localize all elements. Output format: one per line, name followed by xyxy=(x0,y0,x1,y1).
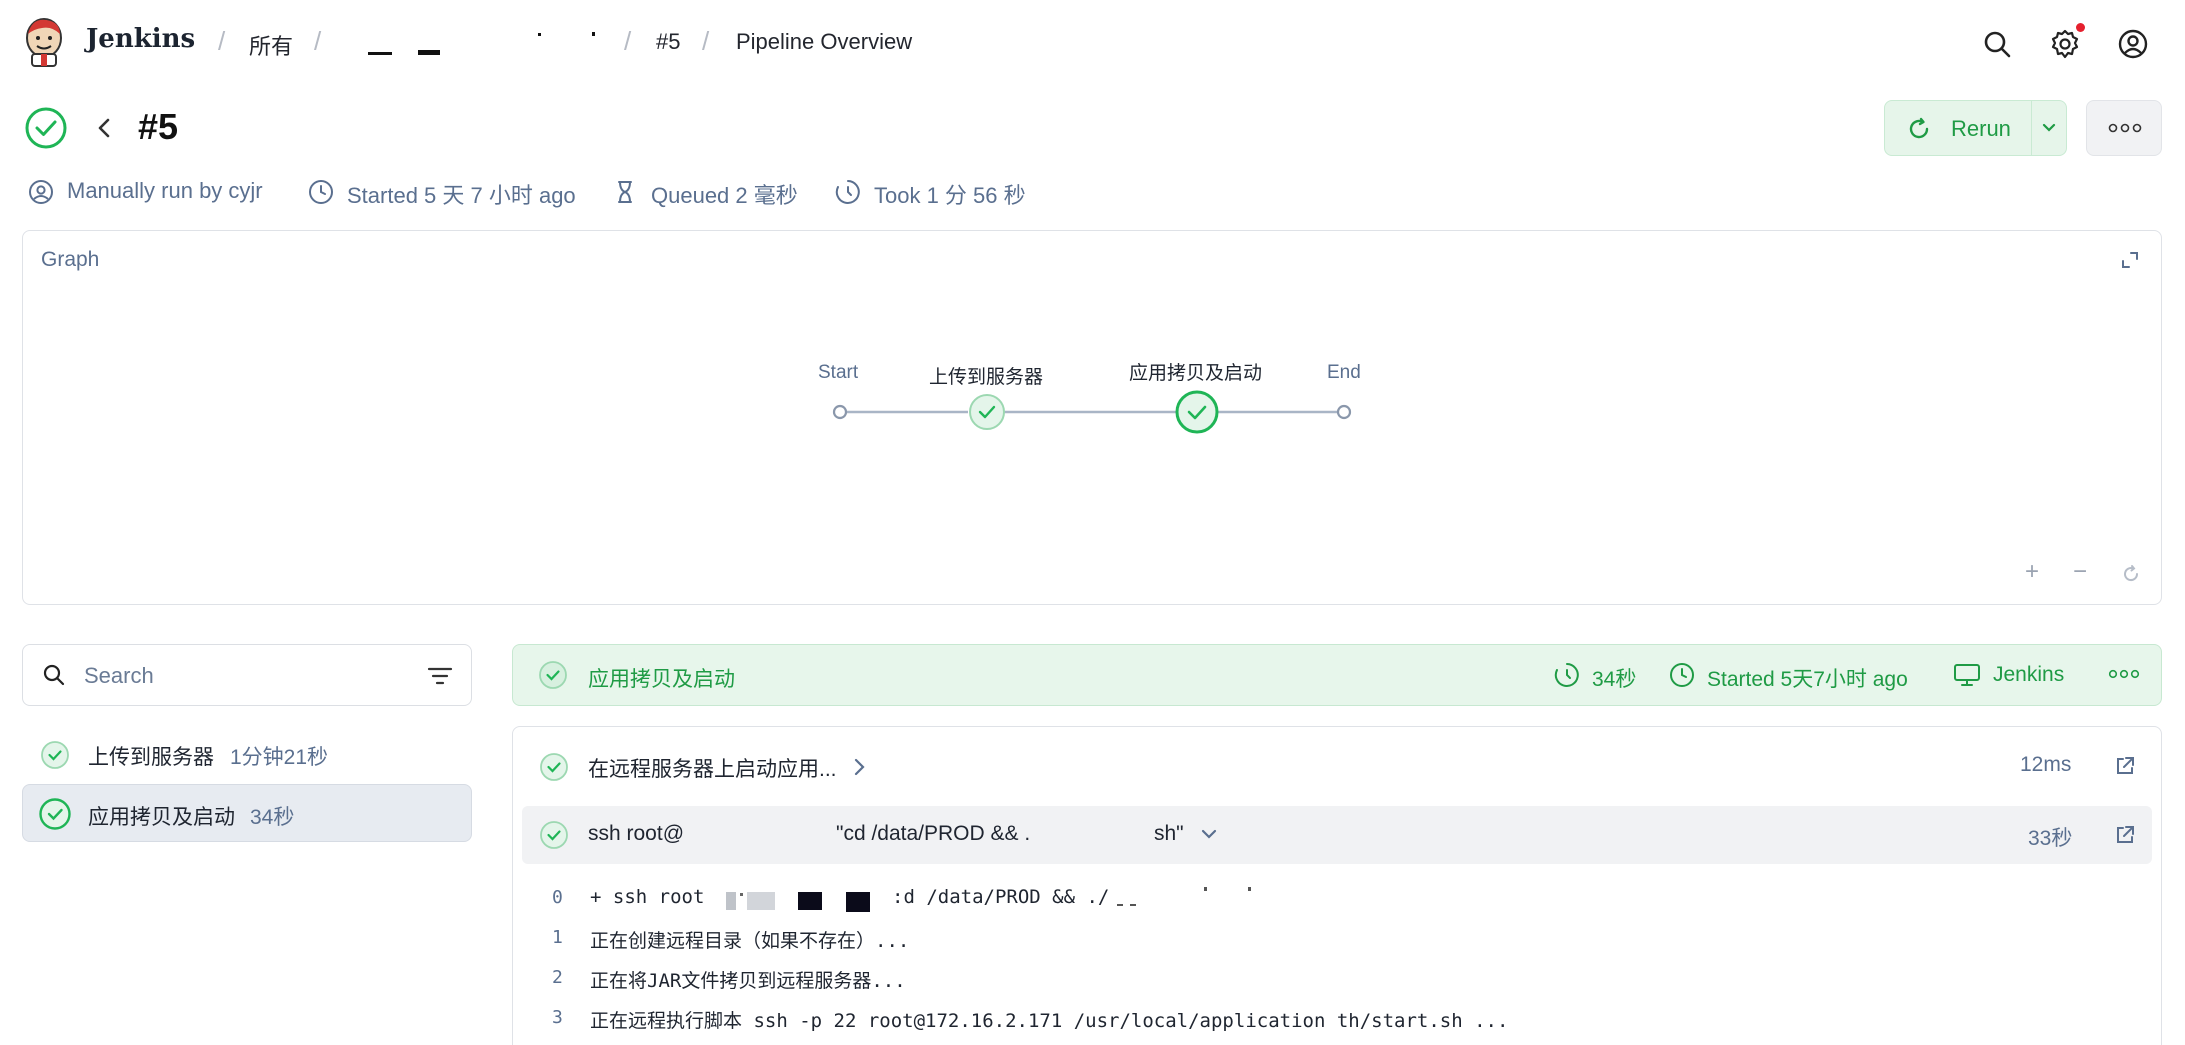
step-duration: 12ms xyxy=(2020,753,2072,776)
ellipsis-icon[interactable] xyxy=(2108,668,2140,680)
hourglass-icon xyxy=(618,181,632,203)
ellipsis-icon xyxy=(2108,123,2142,133)
notification-dot xyxy=(2076,23,2085,32)
computer-icon xyxy=(1954,664,1980,686)
expand-icon[interactable] xyxy=(2120,250,2140,270)
jenkins-brand[interactable]: Jenkins xyxy=(86,24,195,54)
pipeline-graph xyxy=(832,390,1352,434)
reset-zoom-icon[interactable] xyxy=(2121,564,2141,584)
graph-node-label: Start xyxy=(818,362,859,383)
refresh-icon xyxy=(1909,117,1929,139)
zoom-out-button[interactable]: − xyxy=(2073,558,2087,586)
start-node xyxy=(832,404,848,420)
log-line: 正在远程执行脚本 ssh -p 22 root@172.16.2.171 /us… xyxy=(590,1010,1509,1032)
rerun-label: Rerun xyxy=(1951,116,2011,141)
timer-icon xyxy=(835,180,860,204)
breadcrumb-separator: / xyxy=(218,26,226,56)
stage-name: 上传到服务器 xyxy=(88,746,214,769)
stage-node-upload xyxy=(969,394,1005,430)
external-link-icon[interactable] xyxy=(2114,755,2136,777)
end-node xyxy=(1336,404,1352,420)
chevron-down-icon xyxy=(2042,123,2056,132)
manual-run-info: Manually run by cyjr xyxy=(67,178,263,203)
log-line-number: 2 xyxy=(552,967,563,988)
success-check-icon xyxy=(540,753,568,781)
selected-stage-header xyxy=(512,644,2162,706)
top-header: Jenkins / 所有 / / #5 / Pipeline Overview xyxy=(0,0,2185,86)
log-line: 正在将JAR文件拷贝到远程服务器... xyxy=(590,970,906,992)
breadcrumb-separator: / xyxy=(702,26,710,56)
rerun-button[interactable]: Rerun xyxy=(1884,100,2032,156)
graph-node-label: End xyxy=(1327,362,1361,383)
graph-node-label[interactable]: 应用拷贝及启动 xyxy=(1129,358,1262,385)
chevron-down-icon[interactable] xyxy=(1200,826,1218,842)
step-label-part: "cd /data/PROD && . xyxy=(836,822,1031,845)
log-line: 正在创建远程目录（如果不存在）... xyxy=(590,930,910,952)
chevron-right-icon[interactable] xyxy=(850,756,868,778)
selected-stage-started: Started 5天7小时 ago xyxy=(1707,668,1908,691)
step-label-part: ssh root@ xyxy=(588,822,685,845)
more-actions-button[interactable] xyxy=(2086,100,2162,156)
timer-icon xyxy=(1554,663,1579,687)
success-check-icon xyxy=(39,798,71,830)
queued-info: Queued 2 毫秒 xyxy=(651,183,798,208)
stage-duration: 1分钟21秒 xyxy=(230,746,329,769)
duration-info: Took 1 分 56 秒 xyxy=(874,183,1026,208)
back-chevron-icon[interactable] xyxy=(92,114,116,142)
success-status-icon xyxy=(25,107,67,149)
log-line-number: 1 xyxy=(552,927,563,948)
log-line-continued: :d /data/PROD && ./ xyxy=(892,886,1110,908)
stage-name: 应用拷贝及启动 xyxy=(88,806,235,829)
gear-icon[interactable] xyxy=(2049,28,2081,60)
success-check-icon xyxy=(41,741,69,769)
search-icon xyxy=(43,664,65,686)
success-check-icon xyxy=(539,661,567,689)
step-label-part: sh" xyxy=(1154,822,1184,845)
step-label[interactable]: 在远程服务器上启动应用... xyxy=(588,753,837,783)
stage-duration: 34秒 xyxy=(250,806,295,829)
log-line-number: 0 xyxy=(552,887,563,908)
selected-stage-duration: 34秒 xyxy=(1592,668,1637,691)
graph-node-label[interactable]: 上传到服务器 xyxy=(929,362,1043,389)
selected-stage-name: 应用拷贝及启动 xyxy=(588,668,735,691)
rerun-dropdown-button[interactable] xyxy=(2031,100,2067,156)
filter-icon[interactable] xyxy=(427,665,453,687)
stage-node-copy-start xyxy=(1175,390,1219,434)
log-line-number: 3 xyxy=(552,1007,563,1028)
breadcrumb-separator: / xyxy=(624,26,632,56)
search-icon[interactable] xyxy=(1981,28,2013,60)
user-avatar-icon[interactable] xyxy=(2117,28,2149,60)
breadcrumb-separator: / xyxy=(314,26,322,56)
success-check-icon xyxy=(540,821,568,849)
breadcrumb-all[interactable]: 所有 xyxy=(249,29,293,61)
zoom-in-button[interactable]: + xyxy=(2025,558,2039,586)
started-info: Started 5 天 7 小时 ago xyxy=(347,183,576,208)
clock-icon xyxy=(1670,663,1694,687)
step-row-expanded[interactable] xyxy=(522,806,2152,864)
log-line: + ssh root xyxy=(590,886,705,908)
selected-stage-agent[interactable]: Jenkins xyxy=(1993,663,2064,687)
user-icon xyxy=(29,180,53,204)
page-title: #5 xyxy=(138,106,179,147)
step-duration: 33秒 xyxy=(2028,827,2073,850)
external-link-icon[interactable] xyxy=(2114,824,2136,846)
graph-title: Graph xyxy=(41,248,100,271)
jenkins-logo-icon[interactable] xyxy=(22,16,66,68)
breadcrumb-current[interactable]: Pipeline Overview xyxy=(736,29,912,55)
breadcrumb-build[interactable]: #5 xyxy=(656,29,680,55)
clock-icon xyxy=(309,180,333,204)
search-placeholder: Search xyxy=(84,663,154,688)
